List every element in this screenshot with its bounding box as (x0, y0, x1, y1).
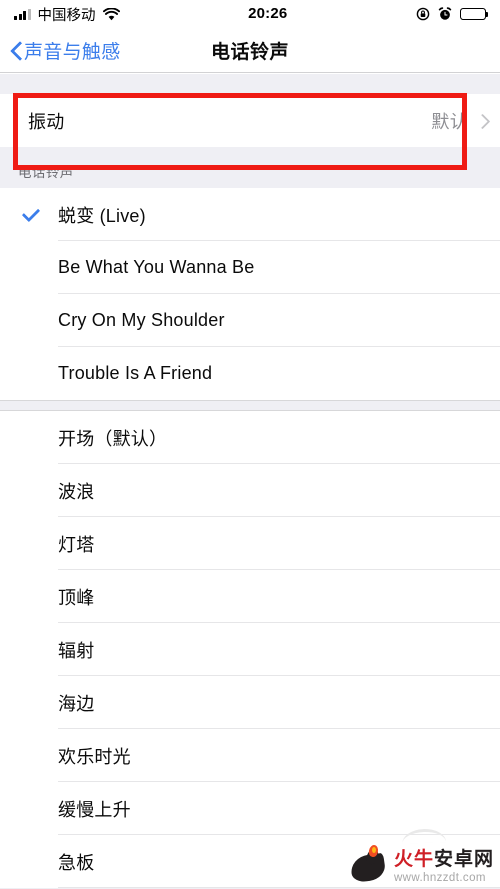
chevron-right-icon (477, 113, 486, 129)
ringtone-label: 缓慢上升 (58, 799, 131, 820)
list-item[interactable]: 蜕变 (Live) (0, 188, 500, 241)
navigation-bar: 声音与触感 电话铃声 (0, 28, 500, 73)
ringtone-label: 辐射 (58, 640, 95, 661)
ringtone-label: Trouble Is A Friend (58, 363, 213, 383)
list-item[interactable]: 海边 (0, 676, 500, 729)
wifi-icon (102, 7, 120, 20)
back-button-label: 声音与触感 (24, 42, 121, 63)
rotation-lock-icon (416, 7, 430, 21)
list-item[interactable]: 缓慢上升 (0, 782, 500, 835)
list-item[interactable]: 辐射 (0, 623, 500, 676)
status-bar: 中国移动 20:26 (0, 0, 500, 28)
custom-ringtones-group: 蜕变 (Live) Be What You Wanna Be Cry On My… (0, 188, 500, 400)
list-item[interactable]: Trouble Is A Friend (0, 347, 500, 400)
ringtone-label: 欢乐时光 (58, 746, 131, 767)
ringtone-label: Cry On My Shoulder (58, 310, 225, 330)
vibration-value: 默认 (431, 111, 468, 132)
list-item[interactable]: Cry On My Shoulder (0, 294, 500, 347)
carrier-label: 中国移动 (37, 7, 96, 24)
chevron-left-icon (11, 41, 22, 60)
phone-screen: 中国移动 20:26 声音与触感 电话铃声 振动 默认 电话铃声 蜕变 (Liv… (0, 0, 500, 889)
ringtone-label: 急板 (58, 852, 95, 873)
cellular-signal-icon (14, 8, 31, 20)
stock-ringtones-group: 开场（默认） 波浪 灯塔 顶峰 辐射 海边 欢乐时光 缓慢上升 急板 (0, 411, 500, 888)
ringtone-label: 海边 (58, 693, 95, 714)
clock-label: 20:26 (248, 5, 288, 22)
status-bar-center: 20:26 (120, 5, 417, 23)
row-separator (58, 887, 500, 888)
group-divider (0, 400, 500, 411)
section-header-ringtones: 电话铃声 (0, 147, 500, 188)
vibration-group: 振动 默认 (0, 94, 500, 147)
back-button[interactable]: 声音与触感 (11, 28, 121, 73)
list-item[interactable]: 欢乐时光 (0, 729, 500, 782)
ringtone-label: 开场（默认） (58, 428, 168, 449)
top-spacer (0, 74, 500, 94)
list-item[interactable]: 顶峰 (0, 570, 500, 623)
ringtone-label: 蜕变 (Live) (58, 205, 146, 226)
list-item[interactable]: 灯塔 (0, 517, 500, 570)
ringtone-label: 波浪 (58, 481, 95, 502)
battery-full-icon (460, 7, 489, 21)
alarm-clock-icon (438, 7, 452, 20)
checkmark-icon (22, 206, 40, 224)
ringtone-label: Be What You Wanna Be (58, 257, 255, 277)
vibration-row[interactable]: 振动 默认 (0, 94, 500, 147)
list-item[interactable]: Be What You Wanna Be (0, 241, 500, 294)
ringtone-label: 灯塔 (58, 534, 95, 555)
list-item[interactable]: 开场（默认） (0, 411, 500, 464)
status-bar-right (416, 7, 489, 21)
settings-list[interactable]: 振动 默认 电话铃声 蜕变 (Live) Be What You Wanna B… (0, 74, 500, 889)
status-bar-left: 中国移动 (14, 4, 120, 25)
ringtone-label: 顶峰 (58, 587, 95, 608)
list-item[interactable]: 波浪 (0, 464, 500, 517)
vibration-label: 振动 (28, 111, 65, 132)
